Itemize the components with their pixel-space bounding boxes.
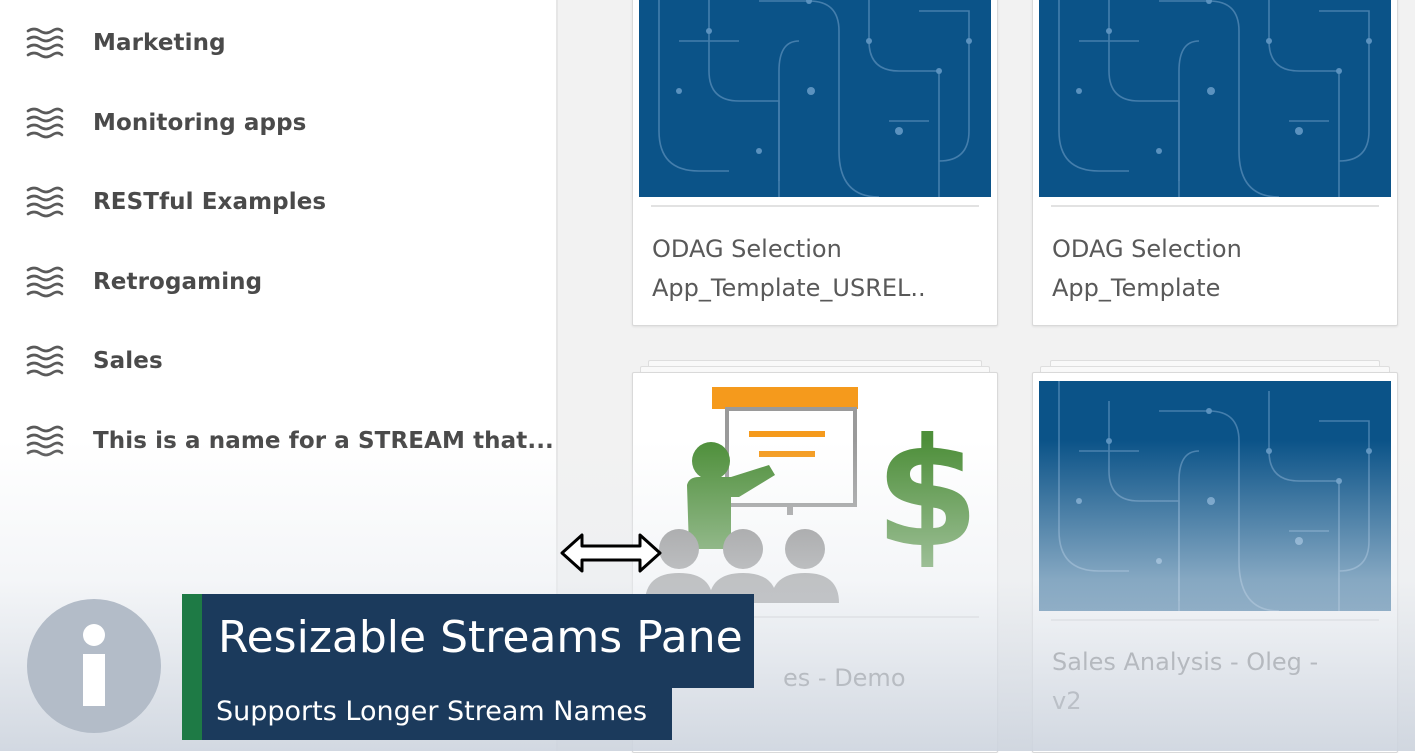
circuit-thumbnail bbox=[639, 0, 991, 197]
info-icon bbox=[27, 599, 161, 733]
stream-item-sales[interactable]: Sales bbox=[24, 341, 163, 381]
app-title: es - Demo bbox=[783, 664, 906, 692]
circuit-thumbnail bbox=[1039, 381, 1391, 611]
app-card-sales-analysis-oleg[interactable]: Sales Analysis - Oleg - v2 bbox=[1032, 372, 1398, 753]
stream-item-long-name[interactable]: This is a name for a STREAM that... bbox=[24, 421, 554, 461]
stream-label: Marketing bbox=[93, 30, 226, 56]
circuit-thumbnail bbox=[1039, 0, 1391, 197]
app-title: ODAG Selection App_Template_USREL.. bbox=[652, 235, 926, 302]
card-separator bbox=[651, 205, 979, 207]
presentation-dollar-thumbnail: $ bbox=[639, 379, 991, 609]
stream-label: RESTful Examples bbox=[93, 189, 327, 215]
stream-label: Sales bbox=[93, 348, 163, 374]
overlay-title: Resizable Streams Pane bbox=[218, 612, 743, 663]
app-card-odag-template[interactable]: ODAG Selection App_Template bbox=[1032, 0, 1398, 326]
stream-label: This is a name for a STREAM that... bbox=[93, 428, 554, 454]
stream-item-marketing[interactable]: Marketing bbox=[24, 23, 226, 63]
stream-icon bbox=[26, 266, 64, 298]
stream-item-retrogaming[interactable]: Retrogaming bbox=[24, 262, 262, 302]
stream-icon bbox=[26, 425, 64, 457]
stream-icon bbox=[26, 107, 64, 139]
stream-icon bbox=[26, 186, 64, 218]
svg-text:$: $ bbox=[875, 407, 979, 581]
lower-third-accent bbox=[182, 594, 202, 740]
app-title: ODAG Selection App_Template bbox=[1052, 235, 1242, 302]
stream-icon bbox=[26, 345, 64, 377]
stream-label: Retrogaming bbox=[93, 269, 263, 295]
card-separator bbox=[1051, 619, 1379, 621]
app-card-odag-usrel[interactable]: ODAG Selection App_Template_USREL.. bbox=[632, 0, 998, 326]
stream-icon bbox=[26, 27, 64, 59]
stream-item-monitoring-apps[interactable]: Monitoring apps bbox=[24, 103, 306, 143]
app-card-sales-demo[interactable]: $ es - Demo bbox=[632, 372, 998, 753]
stream-item-restful-examples[interactable]: RESTful Examples bbox=[24, 182, 326, 222]
resize-horizontal-icon bbox=[560, 533, 662, 573]
stream-label: Monitoring apps bbox=[93, 110, 307, 136]
app-title: Sales Analysis - Oleg - v2 bbox=[1052, 648, 1319, 715]
overlay-subtitle: Supports Longer Stream Names bbox=[216, 696, 648, 727]
card-separator bbox=[1051, 205, 1379, 207]
